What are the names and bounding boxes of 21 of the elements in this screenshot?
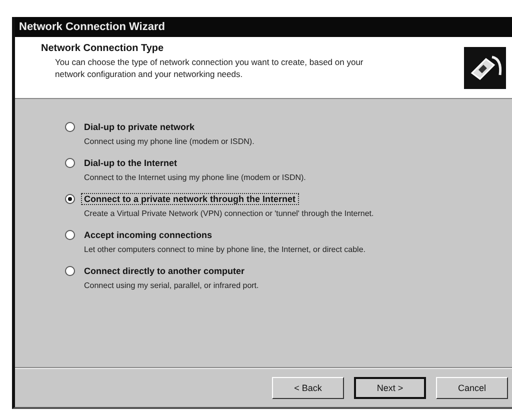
option-description: Connect using my phone line (modem or ISDN).	[83, 137, 256, 146]
option-description: Create a Virtual Private Network (VPN) connection or 'tunnel' through the Internet.	[83, 209, 375, 218]
header-title: Network Connection Type	[41, 43, 165, 54]
option-label[interactable]: Accept incoming connections	[81, 229, 216, 241]
wizard-button[interactable]: Next >	[354, 377, 426, 399]
option-label[interactable]: Dial-up to the Internet	[81, 157, 180, 169]
option-description: Connect to the Internet using my phone line (modem or ISDN).	[83, 173, 307, 182]
radio-button[interactable]	[65, 266, 75, 276]
wizard-button[interactable]: < Back	[272, 377, 344, 399]
radio-button[interactable]	[65, 158, 75, 168]
header-description: You can choose the type of network connection you want to create, based on your network configuration and your networking needs.	[54, 56, 364, 80]
radio-button[interactable]	[65, 122, 75, 132]
radio-button[interactable]	[65, 194, 75, 204]
option-description: Connect using my serial, parallel, or infrared port.	[83, 281, 260, 290]
option-label[interactable]: Dial-up to private network	[81, 121, 198, 133]
option-label[interactable]: Connect to a private network through the Internet	[81, 193, 299, 205]
wizard-button[interactable]: Cancel	[436, 377, 508, 399]
radio-button[interactable]	[65, 230, 75, 240]
option-description: Let other computers connect to mine by phone line, the Internet, or direct cable.	[83, 245, 366, 254]
option-label[interactable]: Connect directly to another computer	[81, 265, 248, 277]
window-title: Network Connection Wizard	[19, 21, 165, 33]
